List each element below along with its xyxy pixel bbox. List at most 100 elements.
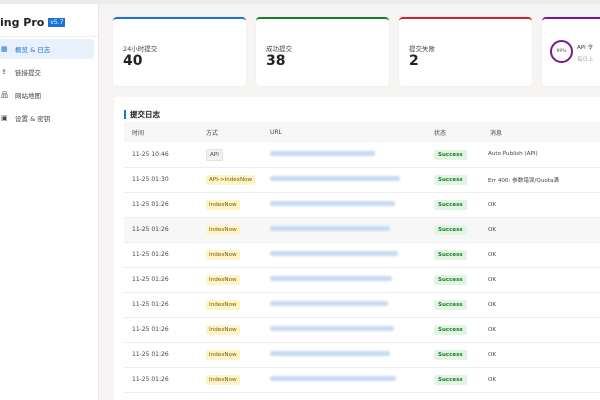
status-badge: Success <box>434 200 467 210</box>
method-tag: API->IndexNow <box>206 175 255 185</box>
time: 11-25 01:26 <box>124 317 198 342</box>
status-badge: Success <box>434 350 467 360</box>
status-badge: Success <box>434 375 467 385</box>
status-badge: Success <box>434 300 467 310</box>
label: 设置 & 密钥 <box>15 113 50 123</box>
url-cell <box>262 367 426 392</box>
method-tag: IndexNow <box>206 325 240 335</box>
brand: ing Prov5.7 <box>0 16 65 29</box>
status-cell: Success <box>426 292 482 317</box>
status-cell: Success <box>426 367 482 392</box>
message: OK <box>482 367 600 392</box>
dashboard-icon: ▦ <box>1 45 9 53</box>
method-tag: IndexNow <box>206 375 240 385</box>
sidebar-item-settings[interactable]: ▣ 设置 & 密钥 <box>0 108 94 128</box>
sidebar-item-sitemap[interactable]: 品网站地图 <box>0 85 94 105</box>
log-table: 时间 方式 URL 状态 消息 11-25 10:46 API Success … <box>124 122 600 393</box>
stat-card-api-quota: 99%API 令每日上 <box>542 17 600 86</box>
col-method: 方式 <box>198 122 262 142</box>
message: OK <box>482 267 600 292</box>
time: 11-25 01:26 <box>124 192 198 217</box>
status-badge: Success <box>434 175 467 185</box>
status-cell: Success <box>426 192 482 217</box>
method-cell: API->IndexNow <box>198 167 262 192</box>
url-link[interactable] <box>270 251 398 256</box>
method-tag: API <box>206 149 223 161</box>
url-cell <box>262 292 426 317</box>
method-tag: IndexNow <box>206 275 240 285</box>
message: OK <box>482 242 600 267</box>
url-link[interactable] <box>270 301 388 306</box>
url-link[interactable] <box>270 276 392 281</box>
url-cell <box>262 217 426 242</box>
url-link[interactable] <box>270 326 394 331</box>
url-link[interactable] <box>270 176 400 181</box>
sidebar-item-link-submit[interactable]: ⇪链接提交 <box>0 62 94 82</box>
settings-icon: ▣ <box>1 114 9 122</box>
method-cell: IndexNow <box>198 217 262 242</box>
table-row: 11-25 10:46 API Success Auto Publish (AP… <box>124 142 600 167</box>
table-row: 11-25 01:26 IndexNow Success OK <box>124 317 600 342</box>
stat-card-24h: 24小时提交40 <box>113 17 246 86</box>
status-badge: Success <box>434 150 467 160</box>
stat-label: API 令 <box>577 43 593 51</box>
url-cell <box>262 342 426 367</box>
stat-value: 2 <box>409 53 419 69</box>
message: OK <box>482 342 600 367</box>
table-row: 11-25 01:26 IndexNow Success OK <box>124 192 600 217</box>
time: 11-25 01:26 <box>124 292 198 317</box>
status-cell: Success <box>426 317 482 342</box>
stat-card-failed: 提交失败2 <box>399 17 532 86</box>
url-cell <box>262 317 426 342</box>
status-cell: Success <box>426 167 482 192</box>
status-cell: Success <box>426 267 482 292</box>
status-badge: Success <box>434 275 467 285</box>
panel-title: 提交日志 <box>124 110 160 119</box>
method-cell: IndexNow <box>198 367 262 392</box>
status-cell: Success <box>426 142 482 167</box>
method-cell: API <box>198 142 262 167</box>
message: OK <box>482 217 600 242</box>
stat-label: 24小时提交 <box>123 43 157 53</box>
method-cell: IndexNow <box>198 317 262 342</box>
method-cell: IndexNow <box>198 342 262 367</box>
message: OK <box>482 192 600 217</box>
method-tag: IndexNow <box>206 250 240 260</box>
stat-label: 提交失败 <box>409 43 435 53</box>
stat-value: 40 <box>123 53 142 69</box>
time: 11-25 01:26 <box>124 267 198 292</box>
url-link[interactable] <box>270 201 395 206</box>
time: 11-25 01:26 <box>124 342 198 367</box>
url-cell <box>262 192 426 217</box>
stat-value: 38 <box>266 53 285 69</box>
url-link[interactable] <box>270 226 390 231</box>
status-cell: Success <box>426 342 482 367</box>
method-cell: IndexNow <box>198 292 262 317</box>
message: Err 400: 参数错误/Quota满 <box>482 167 600 192</box>
url-cell <box>262 267 426 292</box>
version-badge: v5.7 <box>48 18 65 27</box>
url-link[interactable] <box>270 351 390 356</box>
url-cell <box>262 167 426 192</box>
label: 链接提交 <box>15 67 41 77</box>
table-row: 11-25 01:26 IndexNow Success OK <box>124 292 600 317</box>
table-row: 11-25 01:26 IndexNow Success OK <box>124 267 600 292</box>
label: 概览 & 日志 <box>15 44 50 54</box>
url-link[interactable] <box>270 151 375 156</box>
status-badge: Success <box>434 325 467 335</box>
method-tag: IndexNow <box>206 200 240 210</box>
message: Auto Publish (API) <box>482 142 600 167</box>
message: OK <box>482 317 600 342</box>
stat-sub: 每日上 <box>577 55 594 63</box>
col-message: 消息 <box>482 122 600 142</box>
url-cell <box>262 242 426 267</box>
url-link[interactable] <box>270 376 396 381</box>
table-row: 11-25 01:26 IndexNow Success OK <box>124 367 600 392</box>
table-row: 11-25 01:26 IndexNow Success OK <box>124 217 600 242</box>
status-cell: Success <box>426 217 482 242</box>
log-panel: 提交日志 时间 方式 URL 状态 消息 11-25 10:46 API Suc… <box>114 97 600 400</box>
time: 11-25 01:26 <box>124 367 198 392</box>
divider <box>0 36 99 37</box>
sidebar-item-overview[interactable]: ▦ 概览 & 日志 <box>0 39 94 59</box>
table-row: 11-25 01:30 API->IndexNow Success Err 40… <box>124 167 600 192</box>
